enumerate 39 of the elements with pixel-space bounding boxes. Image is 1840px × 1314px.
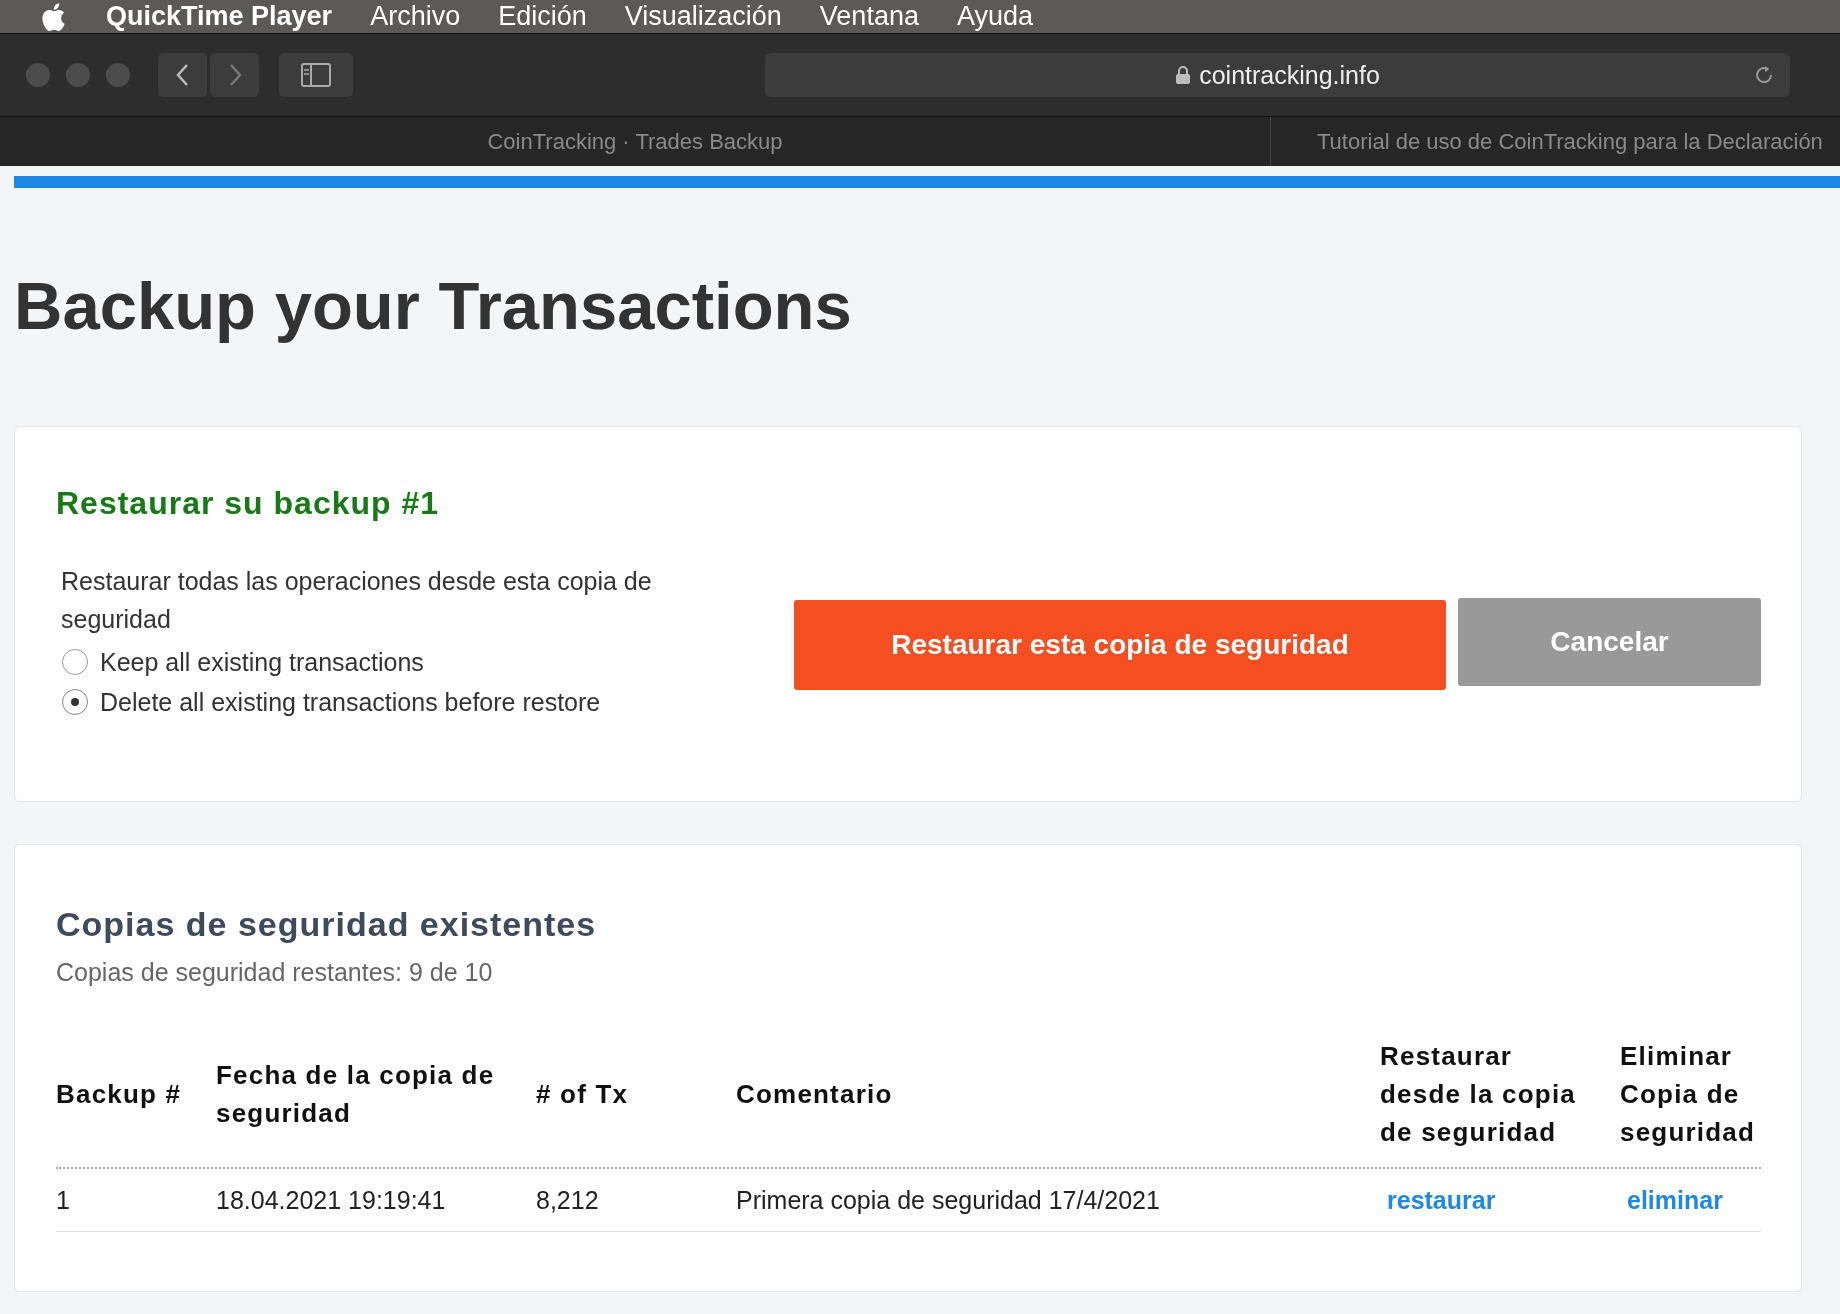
- column-header: Fecha de la copia de seguridad: [216, 1059, 496, 1130]
- lock-icon: [1175, 65, 1192, 85]
- radio-button[interactable]: [62, 649, 88, 675]
- app-name-menu[interactable]: QuickTime Player: [106, 1, 333, 32]
- browser-tab[interactable]: Tutorial de uso de CoinTracking para la Declaración: [1270, 117, 1840, 166]
- column-header: # of Tx: [536, 1078, 630, 1111]
- chevron-left-icon: [174, 62, 191, 88]
- page-title: Backup your Transactions: [14, 267, 853, 345]
- table-cell: 18.04.2021 19:19:41: [216, 1185, 446, 1214]
- table-cell: 1: [56, 1185, 70, 1214]
- column-header: Eliminar Copia de seguridad: [1620, 1040, 1757, 1149]
- backups-remaining-text: Copias de seguridad restantes: 9 de 10: [56, 958, 494, 987]
- restore-description: Restaurar todas las operaciones desde esta copia de seguridad: [61, 566, 653, 635]
- backups-heading: Copias de seguridad existentes: [56, 905, 598, 944]
- column-header: Restaurar desde la copia de seguridad: [1380, 1040, 1577, 1149]
- menu-item[interactable]: Ayuda: [956, 1, 1033, 32]
- address-bar[interactable]: cointracking.info: [765, 53, 1790, 97]
- forward-button[interactable]: [210, 53, 259, 97]
- menu-item[interactable]: Ventana: [819, 1, 919, 32]
- restore-heading: Restaurar su backup #1: [56, 485, 441, 522]
- sidebar-button[interactable]: [279, 53, 353, 97]
- browser-tab[interactable]: CoinTracking · Trades Backup: [0, 117, 1270, 166]
- menu-item[interactable]: Archivo: [370, 1, 461, 32]
- url-text: cointracking.info: [1199, 60, 1380, 90]
- table-cell: Primera copia de seguridad 17/4/2021: [736, 1185, 1160, 1214]
- apple-logo-icon[interactable]: [40, 1, 66, 32]
- back-button[interactable]: [158, 53, 207, 97]
- sidebar-icon: [301, 63, 331, 87]
- radio-label: Keep all existing transactions: [100, 647, 424, 677]
- menu-item[interactable]: Visualización: [624, 1, 782, 32]
- menu-item[interactable]: Edición: [498, 1, 587, 32]
- column-header: Comentario: [736, 1078, 894, 1111]
- radio-label: Delete all existing transactions before restore: [100, 687, 601, 717]
- table-link[interactable]: eliminar: [1627, 1185, 1723, 1214]
- table-cell: 8,212: [536, 1185, 599, 1214]
- table-link[interactable]: restaurar: [1387, 1185, 1496, 1214]
- column-header: Backup #: [56, 1078, 183, 1111]
- radio-button[interactable]: [62, 689, 88, 715]
- restore-button[interactable]: Restaurar esta copia de seguridad: [794, 600, 1446, 690]
